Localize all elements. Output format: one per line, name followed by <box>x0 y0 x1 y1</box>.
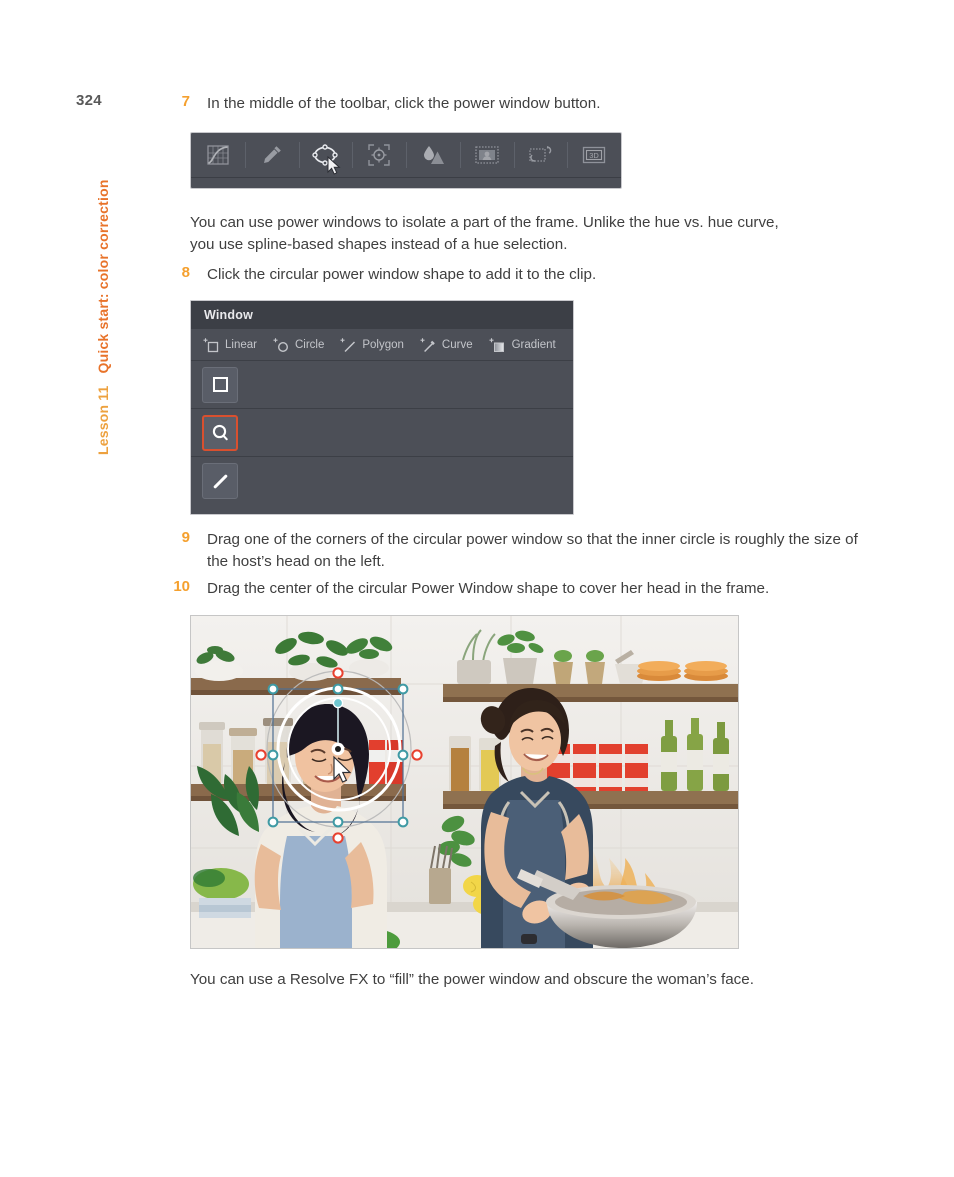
page-number: 324 <box>76 92 102 109</box>
window-panel-title: Window <box>191 301 573 329</box>
add-circle-window-button[interactable]: Circle <box>273 337 324 353</box>
step-text: Drag the center of the circular Power Wi… <box>207 580 770 597</box>
add-curve-icon <box>420 337 435 352</box>
step-7: 7 In the middle of the toolbar, click th… <box>160 93 850 115</box>
sizing-icon <box>529 146 552 162</box>
qualifier-icon <box>263 146 281 163</box>
gradient-window-icon <box>213 474 227 488</box>
key-icon <box>474 146 499 164</box>
circle-window-icon <box>212 424 228 440</box>
step-text: Click the circular power window shape to… <box>207 266 597 283</box>
gradient-window-button[interactable] <box>202 463 238 499</box>
running-head-title: Quick start: color correction <box>95 179 111 374</box>
tracker-icon <box>368 144 390 166</box>
document-page: 324 Lesson 11 Quick start: color correct… <box>0 0 954 1177</box>
viewer-screenshot[interactable] <box>190 615 739 949</box>
step-number: 7 <box>181 93 190 110</box>
toolbar-icon-row: 3D <box>191 133 621 178</box>
step-9: 9 Drag one of the corners of the circula… <box>160 529 860 573</box>
add-polygon-label: Polygon <box>362 338 404 351</box>
add-linear-icon <box>203 337 219 352</box>
add-gradient-window-button[interactable]: Gradient <box>489 337 556 353</box>
add-polygon-icon <box>340 337 356 352</box>
add-curve-window-button[interactable]: Curve <box>420 337 473 353</box>
add-gradient-label: Gradient <box>511 338 556 351</box>
toolbar-button-curves[interactable] <box>191 133 245 177</box>
window-row-gradient[interactable] <box>191 457 573 505</box>
blur-icon <box>423 146 444 164</box>
step-text: In the middle of the toolbar, click the … <box>207 95 601 112</box>
step-number: 9 <box>181 529 190 546</box>
paragraph-power-windows: You can use power windows to isolate a p… <box>190 214 779 253</box>
toolbar-button-tracker[interactable] <box>352 133 406 177</box>
step-number: 8 <box>181 264 190 281</box>
toolbar-button-power-window[interactable] <box>298 133 353 177</box>
color-page-toolbar[interactable]: 3D <box>190 132 622 189</box>
window-shape-toolbar: Linear Circle Polygon Curve Gradient <box>191 329 573 361</box>
window-row-linear[interactable] <box>191 361 573 409</box>
kitchen-scene-image <box>191 616 738 948</box>
toolbar-button-stereo3d[interactable]: 3D <box>567 133 621 177</box>
circle-window-button[interactable] <box>202 414 238 451</box>
add-curve-label: Curve <box>441 338 473 351</box>
step-number: 10 <box>173 578 190 595</box>
add-gradient-icon <box>489 337 504 352</box>
window-panel[interactable]: Window Linear Circle Polygon Curve Gradi… <box>190 300 574 763</box>
step-10: 10 Drag the center of the circular Power… <box>160 578 860 600</box>
toolbar-button-key[interactable] <box>459 133 514 177</box>
toolbar-button-blur[interactable] <box>406 133 460 177</box>
add-circle-label: Circle <box>294 338 325 351</box>
paragraph-resolve-fx: You can use a Resolve FX to “fill” the p… <box>190 971 754 988</box>
power-window-icon <box>312 144 339 166</box>
linear-window-icon <box>212 377 228 392</box>
curves-icon <box>207 145 229 165</box>
step-8: 8 Click the circular power window shape … <box>160 264 850 286</box>
stereo-3d-icon: 3D <box>582 146 606 164</box>
running-head-lesson: Lesson 11 <box>95 385 111 455</box>
add-circle-icon <box>273 337 288 352</box>
toolbar-button-qualifier[interactable] <box>244 133 299 177</box>
svg-text:3D: 3D <box>589 151 599 160</box>
running-head: Lesson 11 Quick start: color correction <box>92 155 114 455</box>
add-polygon-window-button[interactable]: Polygon <box>340 337 404 353</box>
window-row-circle[interactable] <box>191 409 573 763</box>
add-linear-window-button[interactable]: Linear <box>203 337 257 353</box>
step-text: Drag one of the corners of the circular … <box>207 531 858 570</box>
toolbar-button-sizing[interactable] <box>513 133 568 177</box>
add-linear-label: Linear <box>225 338 257 351</box>
linear-window-button[interactable] <box>202 366 238 403</box>
